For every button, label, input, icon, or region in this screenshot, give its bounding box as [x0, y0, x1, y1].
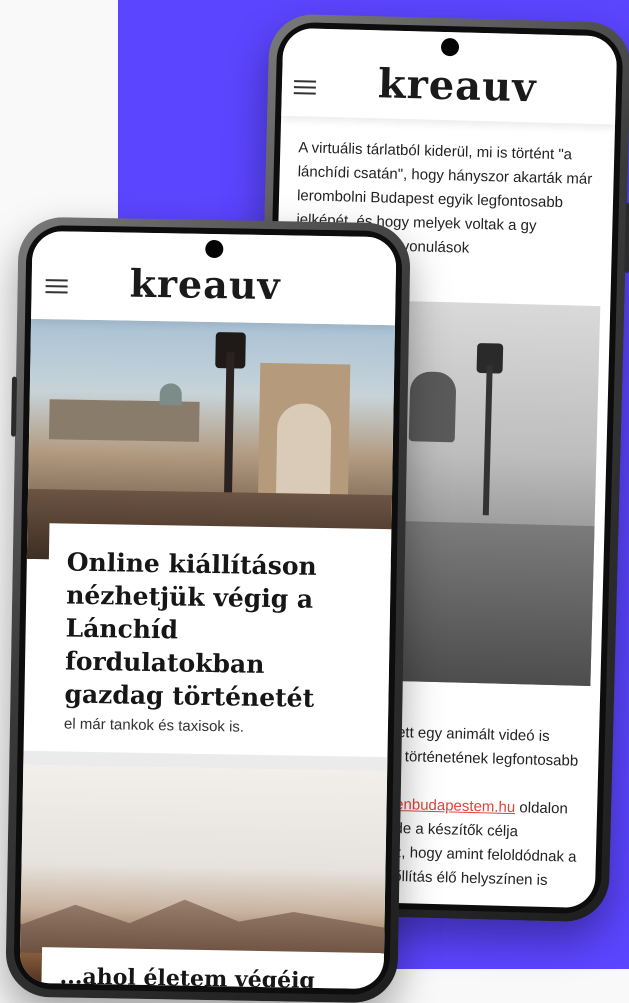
front-phone-screen: kreauv Online kiállításon nézhetjük végi… [19, 230, 397, 990]
article-continued-text: ett egy animált videó is , történetének … [393, 721, 589, 894]
article-paragraph: A virtuális tárlatból kiderül, mi is tör… [296, 139, 593, 234]
castle-silhouette [48, 399, 200, 442]
article-line-rest: oldalon [515, 799, 568, 818]
castle-dome [159, 383, 182, 406]
front-phone-mockup: kreauv Online kiállításon nézhetjük végi… [5, 216, 411, 1003]
site-logo[interactable]: kreauv [129, 261, 281, 309]
bridge-railing [396, 521, 595, 687]
chain-bridge-lion-photo [396, 301, 601, 687]
phone-side-button [624, 202, 629, 273]
lion-statue [408, 371, 457, 443]
article-headline[interactable]: Online kiállításon nézhetjük végig a Lán… [64, 546, 373, 716]
site-logo[interactable]: kreauv [377, 60, 537, 111]
article-card[interactable]: Online kiállításon nézhetjük végig a Lán… [46, 523, 392, 717]
menu-icon[interactable] [293, 80, 317, 95]
phone-side-button [10, 376, 18, 437]
lamp-post [482, 365, 493, 516]
external-link[interactable]: enbudapestem.hu [395, 796, 516, 816]
menu-icon[interactable] [45, 279, 68, 294]
article-line: , történetének legfontosabb [396, 747, 579, 770]
article-line: őllítás élő helyszínen is [393, 867, 548, 889]
second-article-card[interactable]: ...ahol életem végéig [41, 947, 385, 990]
